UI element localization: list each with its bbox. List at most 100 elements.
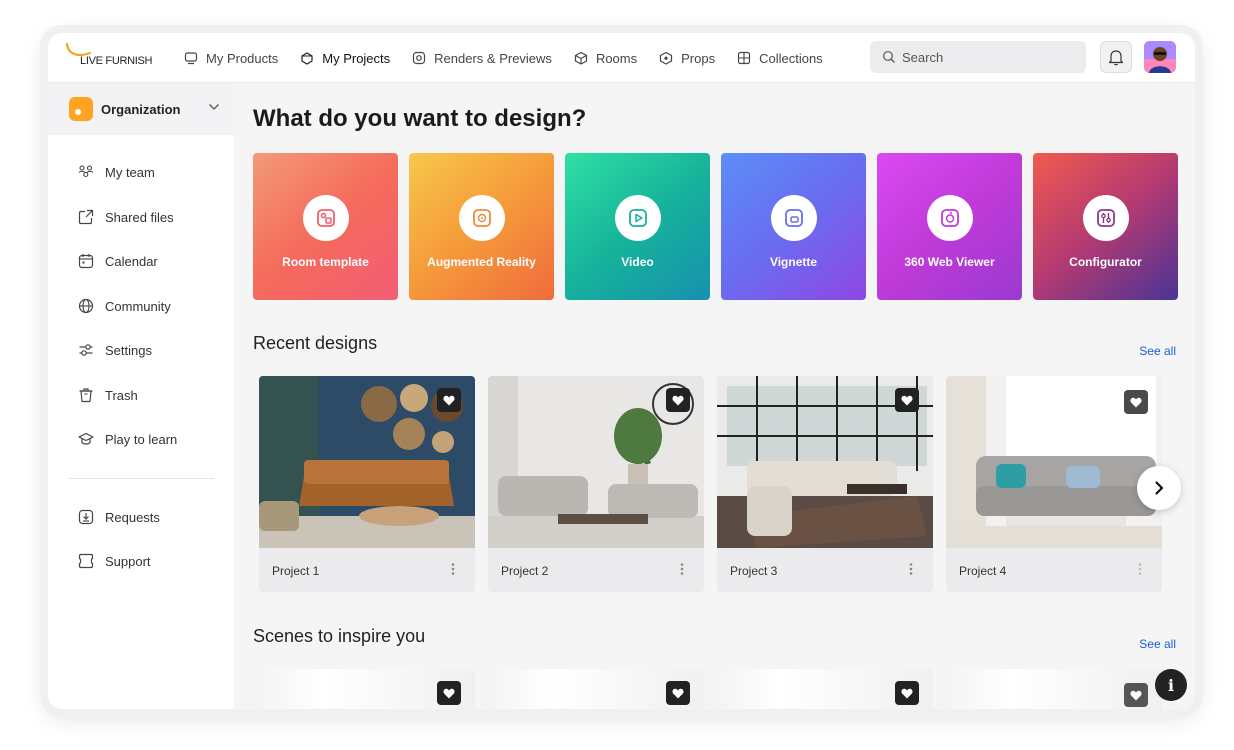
cube-icon: [574, 51, 588, 65]
nav-rooms[interactable]: Rooms: [574, 33, 637, 83]
project-name: Project 3: [730, 564, 778, 578]
main-nav: My Products My Projects Renders & Previe…: [184, 33, 845, 83]
info-icon: i: [1167, 675, 1175, 695]
app-window: LIVE FURNISH My Products My Projects Ren…: [48, 33, 1195, 709]
heart-icon: [1130, 397, 1142, 407]
design-card-label: Augmented Reality: [427, 255, 536, 269]
carousel-next-button[interactable]: [1137, 466, 1181, 510]
design-card-configurator[interactable]: Configurator: [1033, 153, 1178, 300]
scene-card[interactable]: [717, 669, 933, 709]
sidebar-item-requests[interactable]: Requests: [78, 509, 160, 525]
nav-label: My Projects: [322, 50, 391, 66]
info-button[interactable]: i: [1155, 669, 1187, 701]
support-icon: [78, 553, 94, 569]
nav-label: Rooms: [595, 50, 638, 66]
design-card-label: Configurator: [1069, 255, 1142, 269]
more-vertical-icon[interactable]: [1138, 562, 1142, 576]
sidebar-item-trash[interactable]: Trash: [78, 387, 138, 403]
recent-see-all-link[interactable]: See all: [1139, 344, 1176, 358]
favorite-button[interactable]: [895, 388, 919, 412]
nav-collections[interactable]: Collections: [737, 33, 823, 83]
organization-icon: [69, 97, 93, 121]
favorite-button[interactable]: [895, 681, 919, 705]
download-icon: [78, 509, 94, 525]
user-photo-icon: [1144, 41, 1176, 73]
configurator-icon: [1082, 195, 1129, 241]
sidebar-item-label: Community: [105, 298, 171, 314]
project-card-3[interactable]: Project 3: [717, 376, 933, 592]
search-icon: [883, 51, 895, 63]
favorite-button[interactable]: [1124, 683, 1148, 707]
scene-card[interactable]: [259, 669, 475, 709]
project-name: Project 1: [272, 564, 320, 578]
design-card-label: Video: [621, 255, 654, 269]
sidebar-item-calendar[interactable]: Calendar: [78, 253, 158, 269]
nav-label: Renders & Previews: [434, 50, 552, 66]
nav-my-projects[interactable]: My Projects: [300, 33, 390, 83]
calendar-icon: [78, 254, 94, 269]
scene-card[interactable]: [488, 669, 704, 709]
design-card-label: Vignette: [769, 255, 818, 269]
favorite-button[interactable]: [437, 681, 461, 705]
design-card-label: 360 Web Viewer: [904, 255, 995, 269]
nav-props[interactable]: Props: [659, 33, 715, 83]
viewer-360-icon: [926, 195, 973, 241]
nav-my-products[interactable]: My Products: [184, 33, 278, 83]
design-card-vignette[interactable]: Vignette: [721, 153, 866, 300]
sidebar-item-play-to-learn[interactable]: Play to learn: [78, 431, 177, 447]
scenes-see-all-link[interactable]: See all: [1139, 637, 1176, 651]
design-card-360-web-viewer[interactable]: 360 Web Viewer: [877, 153, 1022, 300]
organization-switcher[interactable]: Organization: [48, 83, 234, 135]
brand-logo[interactable]: LIVE FURNISH: [64, 41, 164, 73]
sidebar-item-community[interactable]: Community: [78, 298, 171, 314]
project-card-1[interactable]: Project 1: [259, 376, 475, 592]
sidebar: Organization My team Shared files Calend…: [48, 83, 234, 709]
search-placeholder: Search: [902, 49, 944, 65]
prop-icon: [660, 51, 673, 65]
sidebar-item-label: My team: [105, 164, 155, 180]
globe-icon: [78, 298, 94, 314]
sidebar-divider: [68, 478, 214, 479]
favorite-button[interactable]: [666, 388, 690, 412]
sidebar-item-shared-files[interactable]: Shared files: [78, 209, 174, 225]
heart-icon: [672, 395, 684, 405]
team-icon: [78, 165, 94, 178]
project-name: Project 2: [501, 564, 549, 578]
nav-renders-previews[interactable]: Renders & Previews: [412, 33, 552, 83]
favorite-button[interactable]: [1124, 390, 1148, 414]
sidebar-item-label: Shared files: [105, 209, 174, 225]
favorite-button[interactable]: [666, 681, 690, 705]
design-card-room-template[interactable]: Room template: [253, 153, 398, 300]
favorite-button[interactable]: [437, 388, 461, 412]
nav-label: My Products: [206, 50, 279, 66]
sidebar-item-support[interactable]: Support: [78, 553, 151, 569]
grid-icon: [737, 51, 751, 65]
heart-icon: [901, 688, 913, 698]
sidebar-item-my-team[interactable]: My team: [78, 164, 155, 180]
bell-icon: [1108, 50, 1124, 66]
sidebar-item-label: Requests: [105, 509, 160, 525]
sidebar-item-label: Support: [105, 553, 151, 569]
more-vertical-icon[interactable]: [451, 562, 455, 576]
box-icon: [301, 52, 313, 65]
video-icon: [614, 195, 661, 241]
sidebar-item-label: Play to learn: [105, 431, 178, 447]
heart-icon: [672, 688, 684, 698]
design-card-augmented-reality[interactable]: Augmented Reality: [409, 153, 554, 300]
design-card-video[interactable]: Video: [565, 153, 710, 300]
notifications-button[interactable]: [1100, 41, 1132, 73]
search-input[interactable]: Search: [870, 41, 1086, 73]
project-card-2[interactable]: Project 2: [488, 376, 704, 592]
scene-card[interactable]: [946, 669, 1162, 709]
project-card-4[interactable]: Project 4: [946, 376, 1162, 592]
settings-icon: [79, 344, 93, 356]
project-name: Project 4: [959, 564, 1007, 578]
graduation-icon: [78, 432, 94, 445]
sidebar-item-settings[interactable]: Settings: [78, 342, 152, 358]
organization-label: Organization: [101, 101, 181, 117]
avatar[interactable]: [1144, 41, 1176, 73]
chevron-right-icon: [1155, 481, 1164, 495]
more-vertical-icon[interactable]: [680, 562, 684, 576]
more-vertical-icon[interactable]: [909, 562, 913, 576]
heart-icon: [901, 395, 913, 405]
